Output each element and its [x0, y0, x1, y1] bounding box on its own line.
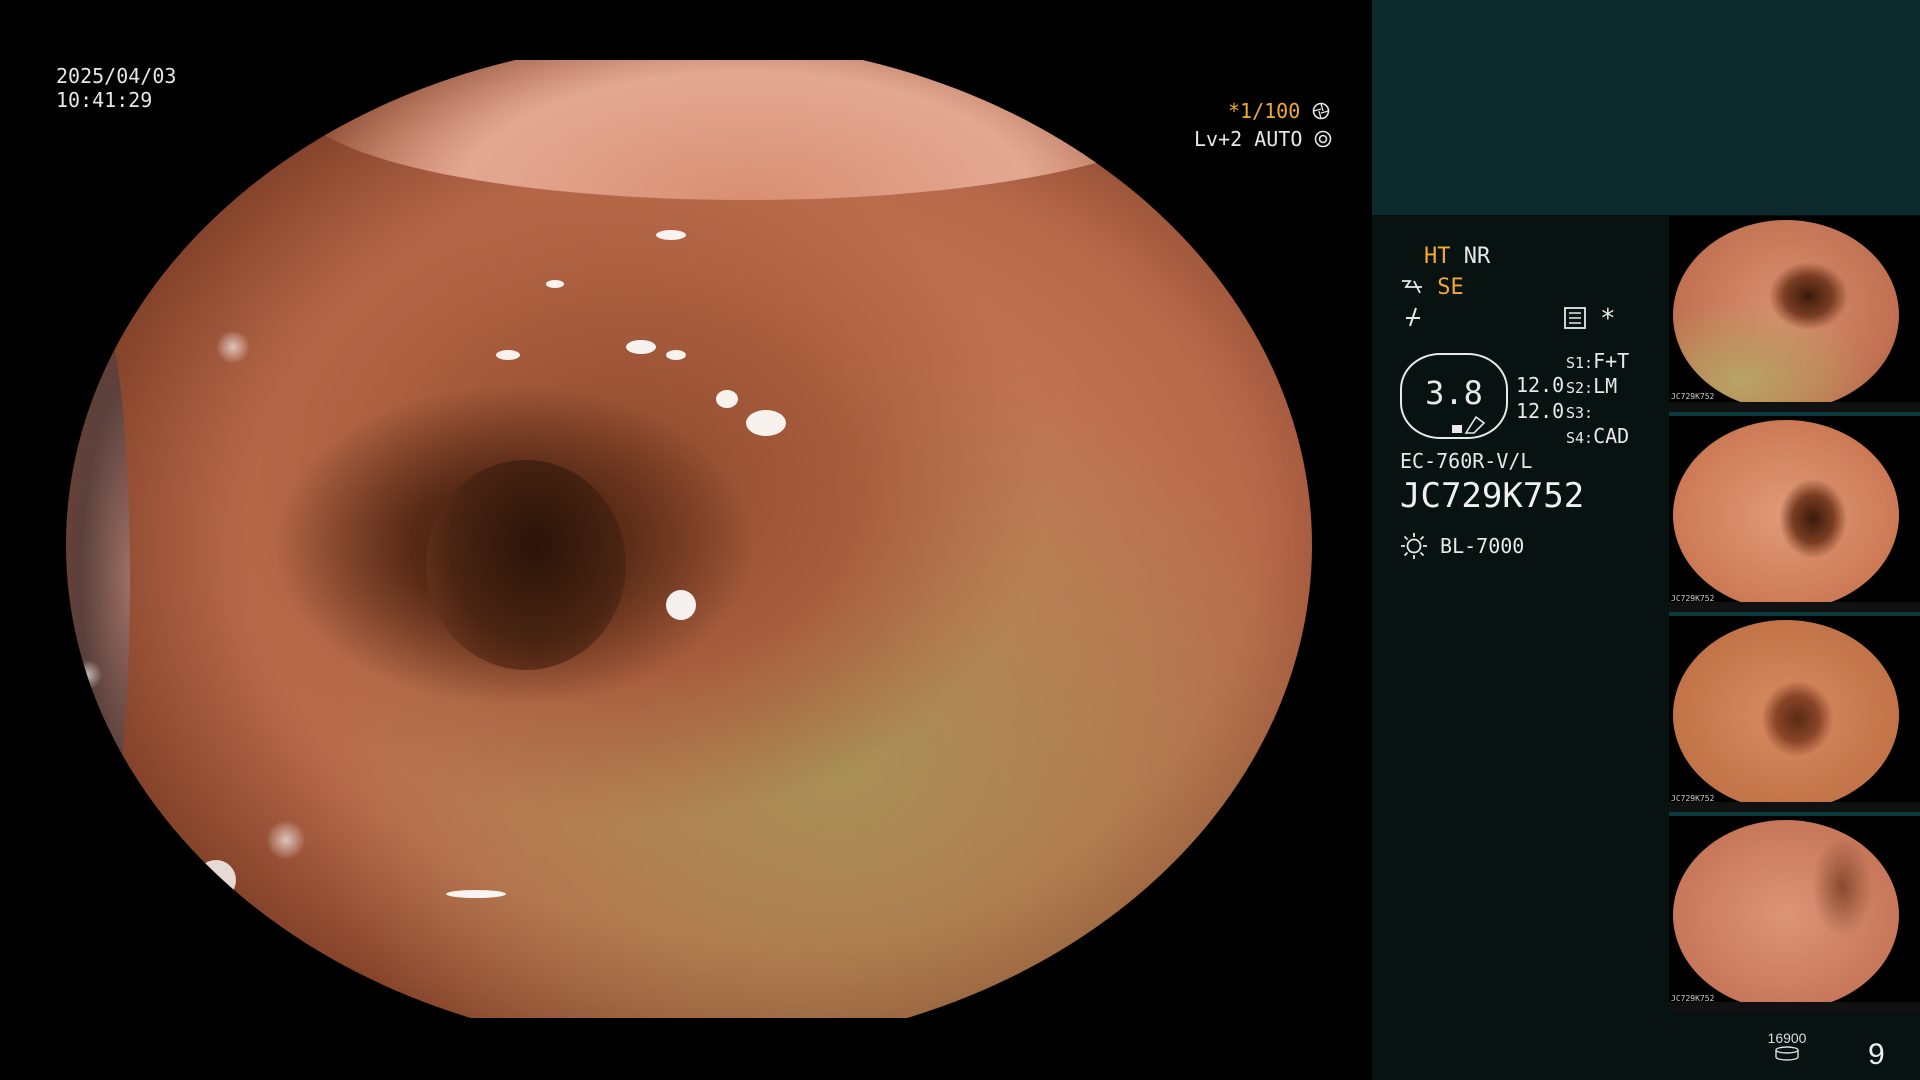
light-source-row: BL-7000 [1400, 532, 1524, 560]
specular-reflection [496, 350, 520, 360]
thumbnail-serial: JC729K752 [1671, 392, 1715, 401]
shutter-value: *1/100 [1228, 99, 1301, 123]
se-label: SE [1437, 275, 1464, 300]
bubble [266, 820, 306, 860]
s4-value: CAD [1593, 424, 1630, 448]
bubble [72, 660, 102, 690]
menu-list-icon [1564, 307, 1586, 333]
specular-reflection [626, 340, 656, 354]
specular-reflection [546, 280, 564, 288]
endoscope-live-view [66, 60, 1312, 1018]
specular-reflection [446, 890, 506, 898]
capture-thumbnail-2[interactable]: JC729K752 [1669, 416, 1920, 612]
freeze-asterisk: * [1600, 304, 1616, 334]
scope-model: EC-760R-V/L [1400, 449, 1533, 473]
disk-icon [1774, 1046, 1800, 1066]
specular-reflection [746, 410, 786, 436]
thumbnail-image [1673, 820, 1899, 1010]
thumbnail-image [1673, 220, 1899, 410]
thumbnail-image [1673, 620, 1899, 810]
s2-label: S2: [1566, 379, 1594, 397]
brightness-badge: 3.8 [1400, 353, 1508, 439]
lens-edge-glare [66, 300, 130, 860]
specular-reflection [666, 590, 696, 620]
structure-enhance-row: SE [1400, 275, 1464, 301]
iris-value: Lv+2 AUTO [1194, 127, 1303, 151]
s3-label: S3: [1566, 404, 1594, 422]
capture-thumbnail-1[interactable]: JC729K752 [1669, 216, 1920, 412]
color-mode-icon [1402, 306, 1424, 332]
thumbnail-image [1673, 420, 1899, 610]
specular-reflection [196, 860, 236, 900]
iris-icon [1314, 127, 1332, 151]
shutter-speed: *1/100 [1228, 99, 1330, 123]
thumbnail-info-bar [1669, 1002, 1920, 1012]
switch-s2: S2:LM [1566, 373, 1617, 401]
specular-reflection [666, 350, 686, 360]
exam-date: 2025/04/03 [56, 64, 177, 88]
specular-reflection [716, 390, 738, 408]
s1-value: F+T [1593, 349, 1630, 373]
specular-reflection [656, 230, 686, 240]
light-source-icon [1400, 533, 1440, 559]
storage-remaining: 16900 [1762, 1030, 1812, 1066]
brightness-indicator-icon [1452, 415, 1486, 439]
info-panel-header [1372, 0, 1920, 215]
storage-count: 16900 [1767, 1030, 1807, 1046]
switch-s3: S3: [1566, 398, 1593, 426]
lumen [426, 460, 626, 670]
value-line-2: 12.0 [1516, 399, 1565, 423]
s1-label: S1: [1566, 354, 1594, 372]
capture-thumbnail-3[interactable]: JC729K752 [1669, 616, 1920, 812]
switch-s4: S4:CAD [1566, 423, 1629, 451]
nr-label: NR [1463, 244, 1491, 269]
thumbnail-info-bar [1669, 402, 1920, 412]
light-source-label: BL-7000 [1440, 534, 1525, 558]
s4-label: S4: [1566, 429, 1594, 447]
thumbnail-info-bar [1669, 802, 1920, 812]
structure-enhance-icon [1400, 275, 1437, 300]
brightness-value: 3.8 [1425, 374, 1483, 412]
thumbnail-info-bar [1669, 602, 1920, 612]
ht-label: HT [1424, 244, 1451, 269]
switch-s1: S1:F+T [1566, 348, 1629, 376]
s2-value: LM [1593, 374, 1618, 398]
mucosal-fold [296, 60, 1196, 200]
exam-time: 10:41:29 [56, 88, 153, 112]
capture-thumbnail-4[interactable]: JC729K752 [1669, 816, 1920, 1012]
image-mode-row: HT NR [1424, 244, 1490, 270]
image-count: 9 [1868, 1038, 1885, 1071]
iris-mode: Lv+2 AUTO [1194, 127, 1332, 151]
value-line-1: 12.0 [1516, 373, 1565, 397]
aperture-icon [1312, 99, 1330, 123]
bubble [216, 330, 250, 364]
scope-serial: JC729K752 [1400, 476, 1585, 516]
